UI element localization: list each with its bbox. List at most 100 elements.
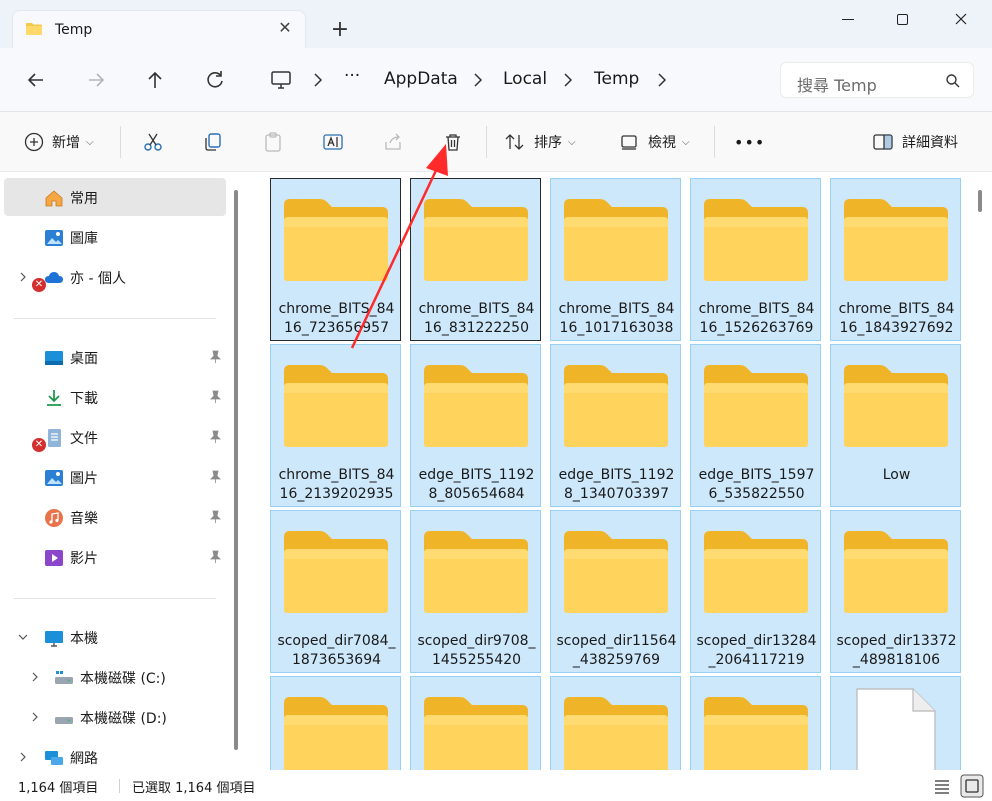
breadcrumb-temp[interactable]: Temp bbox=[594, 69, 639, 89]
address-row: ··· AppData Local Temp 搜尋 Temp bbox=[0, 48, 992, 112]
new-tab-button[interactable]: + bbox=[328, 18, 352, 42]
share-button[interactable] bbox=[382, 130, 404, 154]
file-tile[interactable]: scoped_dir13284_2064117219 bbox=[690, 510, 821, 673]
folder-icon bbox=[844, 531, 948, 613]
up-button[interactable] bbox=[141, 66, 169, 94]
navigation-pane: 常用 圖庫 ✕ 亦 - 個人 桌面 下載 ✕ 文件 圖片 音樂 影片 本機 本機… bbox=[0, 172, 232, 770]
file-tile[interactable]: chrome_BITS_8416_723656957 bbox=[270, 178, 401, 341]
sidebar-item-documents[interactable]: ✕ 文件 bbox=[4, 418, 226, 456]
cloud-icon bbox=[45, 272, 63, 283]
sidebar-item-onedrive[interactable]: ✕ 亦 - 個人 bbox=[4, 258, 226, 296]
chevron-right-icon[interactable] bbox=[562, 72, 574, 88]
divider bbox=[14, 598, 216, 599]
file-tile[interactable]: Low bbox=[830, 344, 961, 507]
more-options-button[interactable]: ••• bbox=[734, 130, 765, 154]
folder-icon bbox=[564, 697, 668, 770]
file-name: chrome_BITS_8416_2139202935 bbox=[278, 467, 395, 502]
file-tile[interactable]: chrome_BITS_8416_831222250 bbox=[410, 178, 541, 341]
chevron-down-icon[interactable] bbox=[18, 630, 28, 644]
copy-icon bbox=[205, 133, 221, 151]
refresh-button[interactable] bbox=[201, 66, 229, 94]
file-tile[interactable]: edge_BITS_11928_805654684 bbox=[410, 344, 541, 507]
pin-icon[interactable] bbox=[208, 390, 222, 404]
chevron-right-icon[interactable] bbox=[18, 270, 28, 284]
folder-icon bbox=[704, 531, 808, 613]
sidebar-item-downloads[interactable]: 下載 bbox=[4, 378, 226, 416]
search-box[interactable]: 搜尋 Temp bbox=[780, 62, 974, 98]
content-scrollbar[interactable] bbox=[978, 190, 982, 212]
tab-temp[interactable]: Temp ✕ bbox=[12, 10, 306, 48]
file-tile[interactable]: chrome_BITS_8416_1017163038 bbox=[550, 178, 681, 341]
file-tile[interactable]: scoped_dir11564_438259769 bbox=[550, 510, 681, 673]
chevron-right-icon[interactable] bbox=[18, 750, 28, 764]
new-button[interactable]: 新增 ⌵ bbox=[24, 130, 94, 154]
file-tile[interactable] bbox=[690, 676, 821, 770]
file-tile[interactable]: scoped_dir7084_1873653694 bbox=[270, 510, 401, 673]
folder-icon bbox=[704, 365, 808, 447]
sidebar-item-label: 亦 - 個人 bbox=[70, 271, 126, 287]
close-window-button[interactable] bbox=[938, 6, 984, 34]
sidebar-scrollbar[interactable] bbox=[234, 190, 238, 750]
sidebar-item-pictures[interactable]: 圖片 bbox=[4, 458, 226, 496]
folder-icon bbox=[844, 199, 948, 281]
pin-icon[interactable] bbox=[208, 350, 222, 364]
sidebar-item-drive-d[interactable]: 本機磁碟 (D:) bbox=[4, 698, 226, 736]
rename-button[interactable] bbox=[322, 130, 344, 154]
cut-button[interactable] bbox=[142, 130, 164, 154]
sidebar-item-label: 桌面 bbox=[70, 351, 98, 367]
file-name: scoped_dir9708_1455255420 bbox=[417, 633, 536, 668]
sort-button[interactable]: 排序 ⌵ bbox=[504, 130, 576, 154]
file-tile[interactable] bbox=[270, 676, 401, 770]
folder-icon bbox=[424, 365, 528, 447]
details-pane-button[interactable]: 詳細資料 bbox=[872, 130, 958, 154]
details-view-icon[interactable] bbox=[930, 774, 954, 798]
large-icons-view-icon[interactable] bbox=[960, 774, 984, 798]
folder-icon bbox=[284, 365, 388, 447]
chevron-right-icon[interactable] bbox=[472, 72, 484, 88]
sidebar-item-videos[interactable]: 影片 bbox=[4, 538, 226, 576]
sidebar-item-label: 本機 bbox=[70, 631, 98, 647]
chevron-right-icon[interactable] bbox=[30, 710, 40, 724]
pin-icon[interactable] bbox=[208, 430, 222, 444]
file-tile[interactable]: scoped_dir9708_1455255420 bbox=[410, 510, 541, 673]
forward-button[interactable] bbox=[82, 66, 110, 94]
sidebar-item-drive-c[interactable]: 本機磁碟 (C:) bbox=[4, 658, 226, 696]
view-icon bbox=[621, 135, 637, 150]
sidebar-item-label: 影片 bbox=[70, 551, 98, 567]
chevron-right-icon[interactable] bbox=[312, 72, 324, 88]
maximize-button[interactable] bbox=[880, 6, 926, 34]
file-tile[interactable]: chrome_BITS_8416_1843927692 bbox=[830, 178, 961, 341]
sidebar-item-this-pc[interactable]: 本機 bbox=[4, 618, 226, 656]
file-tile[interactable] bbox=[550, 676, 681, 770]
sidebar-item-music[interactable]: 音樂 bbox=[4, 498, 226, 536]
sidebar-item-desktop[interactable]: 桌面 bbox=[4, 338, 226, 376]
chevron-right-icon[interactable] bbox=[656, 72, 668, 88]
minimize-button[interactable] bbox=[826, 6, 872, 34]
desktop-icon bbox=[45, 351, 63, 365]
file-tile[interactable]: edge_BITS_15976_535822550 bbox=[690, 344, 821, 507]
delete-button[interactable] bbox=[442, 130, 464, 154]
copy-button[interactable] bbox=[202, 130, 224, 154]
breadcrumb-more[interactable]: ··· bbox=[344, 66, 360, 86]
paste-button[interactable] bbox=[262, 130, 284, 154]
file-tile[interactable]: edge_BITS_11928_1340703397 bbox=[550, 344, 681, 507]
sidebar-item-gallery[interactable]: 圖庫 bbox=[4, 218, 226, 256]
back-button[interactable] bbox=[22, 66, 50, 94]
arrow-left-icon bbox=[27, 73, 43, 87]
breadcrumb-local[interactable]: Local bbox=[503, 69, 547, 89]
breadcrumb-appdata[interactable]: AppData bbox=[384, 69, 458, 89]
pin-icon[interactable] bbox=[208, 510, 222, 524]
file-tile[interactable]: scoped_dir13372_489818106 bbox=[830, 510, 961, 673]
sidebar-item-home[interactable]: 常用 bbox=[4, 178, 226, 216]
pin-icon[interactable] bbox=[208, 550, 222, 564]
chevron-right-icon[interactable] bbox=[30, 670, 40, 684]
file-tile[interactable]: chrome_BITS_8416_1526263769 bbox=[690, 178, 821, 341]
sidebar-item-label: 文件 bbox=[70, 431, 98, 447]
file-tile[interactable] bbox=[830, 676, 961, 770]
close-tab-icon[interactable]: ✕ bbox=[275, 18, 295, 38]
file-tile[interactable]: chrome_BITS_8416_2139202935 bbox=[270, 344, 401, 507]
pin-icon[interactable] bbox=[208, 470, 222, 484]
folder-icon bbox=[704, 199, 808, 281]
file-tile[interactable] bbox=[410, 676, 541, 770]
view-button[interactable]: 檢視 ⌵ bbox=[618, 130, 690, 154]
